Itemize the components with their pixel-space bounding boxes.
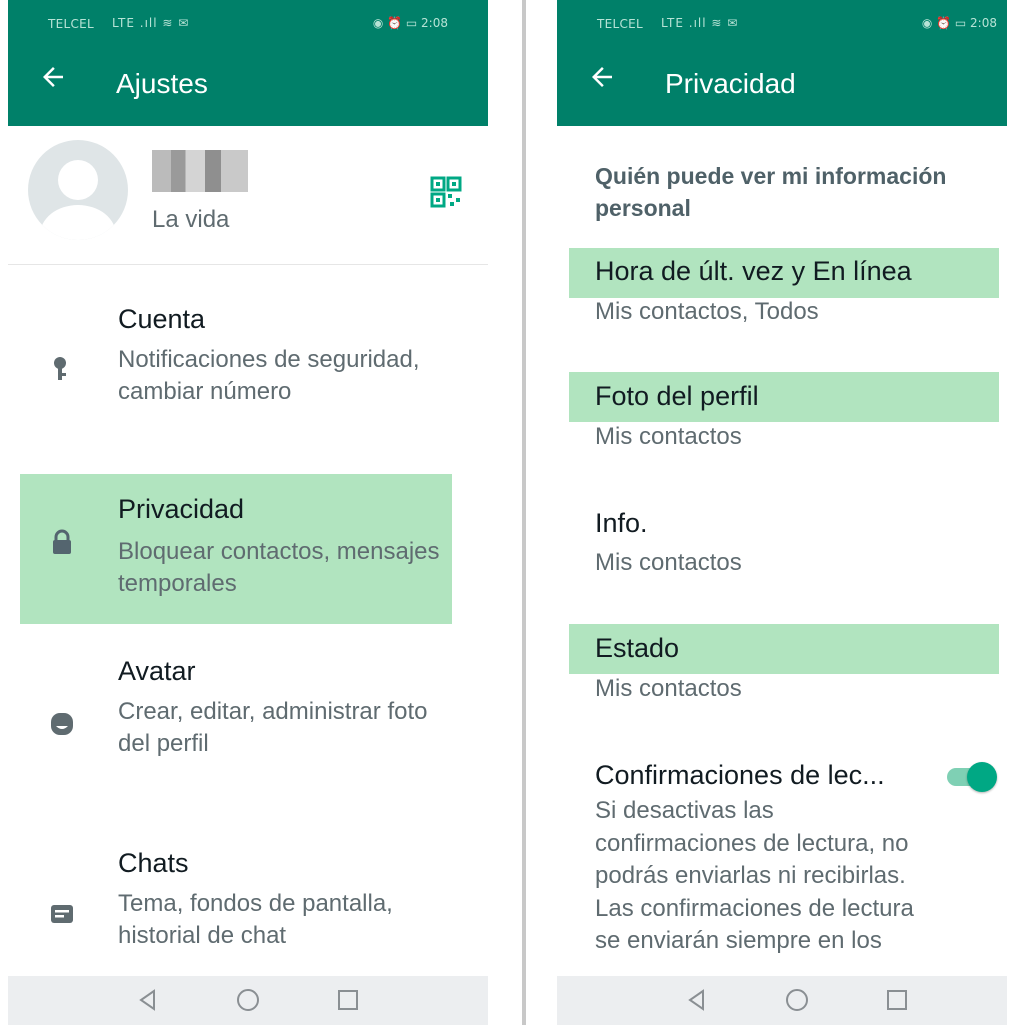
privacy-item-subtitle: Mis contactos xyxy=(595,423,742,450)
settings-item-chats[interactable]: Chats Tema, fondos de pantalla, historia… xyxy=(8,840,488,976)
nav-back-icon[interactable] xyxy=(132,984,164,1016)
divider xyxy=(8,264,488,265)
section-header: Quién puede ver mi información personal xyxy=(595,163,947,221)
settings-item-subtitle: Bloquear contactos, mensajes temporales xyxy=(118,538,440,597)
page-title: Privacidad xyxy=(665,68,796,99)
privacy-item-subtitle: Mis contactos xyxy=(595,549,742,576)
privacy-item-title: Hora de últ. vez y En línea xyxy=(595,256,912,286)
privacy-item-title: Info. xyxy=(595,508,648,538)
settings-item-title: Cuenta xyxy=(118,304,206,334)
read-receipts-description: Si desactivas las confirmaciones de lect… xyxy=(595,797,914,954)
nav-back-icon[interactable] xyxy=(681,984,713,1016)
privacy-item-title: Estado xyxy=(595,633,680,663)
system-nav-bar xyxy=(557,976,1007,1025)
settings-item-subtitle: Notificaciones de seguridad, cambiar núm… xyxy=(118,346,420,405)
clock: 2:08 xyxy=(421,16,448,30)
panel-divider xyxy=(522,0,526,1025)
nav-recents-icon[interactable] xyxy=(332,984,364,1016)
app-bar: TELCEL LTE .ıll ≋ ✉ ◉ ⏰ ▭ 2:08 Ajustes xyxy=(8,0,488,126)
nav-home-icon[interactable] xyxy=(232,984,264,1016)
back-arrow-icon[interactable] xyxy=(38,62,74,98)
profile-about[interactable]: La vida xyxy=(152,206,229,234)
status-right: ◉ ⏰ ▭ 2:08 xyxy=(921,16,997,30)
read-receipts-toggle[interactable] xyxy=(945,760,997,794)
settings-item-subtitle: Tema, fondos de pantalla, historial de c… xyxy=(118,890,393,949)
clock: 2:08 xyxy=(970,16,997,30)
status-bar: TELCEL LTE .ıll ≋ ✉ ◉ ⏰ ▭ 2:08 xyxy=(557,14,1007,36)
status-right: ◉ ⏰ ▭ 2:08 xyxy=(372,16,448,30)
settings-screen: TELCEL LTE .ıll ≋ ✉ ◉ ⏰ ▭ 2:08 Ajustes L… xyxy=(8,0,488,1025)
profile-avatar[interactable] xyxy=(28,140,128,240)
privacy-item-subtitle: Mis contactos xyxy=(595,675,742,702)
settings-item-title: Privacidad xyxy=(118,494,245,524)
lock-icon xyxy=(48,528,76,556)
toggle-thumb xyxy=(967,762,997,792)
settings-item-cuenta[interactable]: Cuenta Notificaciones de seguridad, camb… xyxy=(8,296,488,446)
network-icons: LTE .ıll ≋ ✉ xyxy=(112,16,190,30)
settings-item-subtitle: Crear, editar, administrar foto del perf… xyxy=(118,698,428,757)
app-bar: TELCEL LTE .ıll ≋ ✉ ◉ ⏰ ▭ 2:08 Privacida… xyxy=(557,0,1007,126)
system-nav-bar xyxy=(8,976,488,1025)
back-arrow-icon[interactable] xyxy=(587,62,623,98)
privacy-screen: TELCEL LTE .ıll ≋ ✉ ◉ ⏰ ▭ 2:08 Privacida… xyxy=(557,0,1007,1025)
carrier-label: TELCEL xyxy=(48,17,95,31)
qr-code-icon[interactable] xyxy=(430,176,462,208)
settings-item-avatar[interactable]: Avatar Crear, editar, administrar foto d… xyxy=(8,648,488,798)
privacy-item-title: Foto del perfil xyxy=(595,381,759,411)
settings-item-privacidad[interactable]: Privacidad Bloquear contactos, mensajes … xyxy=(8,474,488,624)
network-icons: LTE .ıll ≋ ✉ xyxy=(661,16,739,30)
avatar-icon xyxy=(48,710,76,738)
chat-icon xyxy=(48,900,76,928)
status-bar: TELCEL LTE .ıll ≋ ✉ ◉ ⏰ ▭ 2:08 xyxy=(8,14,488,36)
default-avatar-icon xyxy=(40,160,116,240)
settings-item-title: Chats xyxy=(118,848,189,878)
carrier-label: TELCEL xyxy=(597,17,644,31)
page-title: Ajustes xyxy=(116,68,208,99)
read-receipts-title: Confirmaciones de lec... xyxy=(595,760,885,790)
settings-item-title: Avatar xyxy=(118,656,196,686)
nav-home-icon[interactable] xyxy=(781,984,813,1016)
key-icon xyxy=(48,354,76,382)
nav-recents-icon[interactable] xyxy=(881,984,913,1016)
privacy-item-subtitle: Mis contactos, Todos xyxy=(595,298,819,325)
profile-name-redacted[interactable] xyxy=(152,150,248,192)
